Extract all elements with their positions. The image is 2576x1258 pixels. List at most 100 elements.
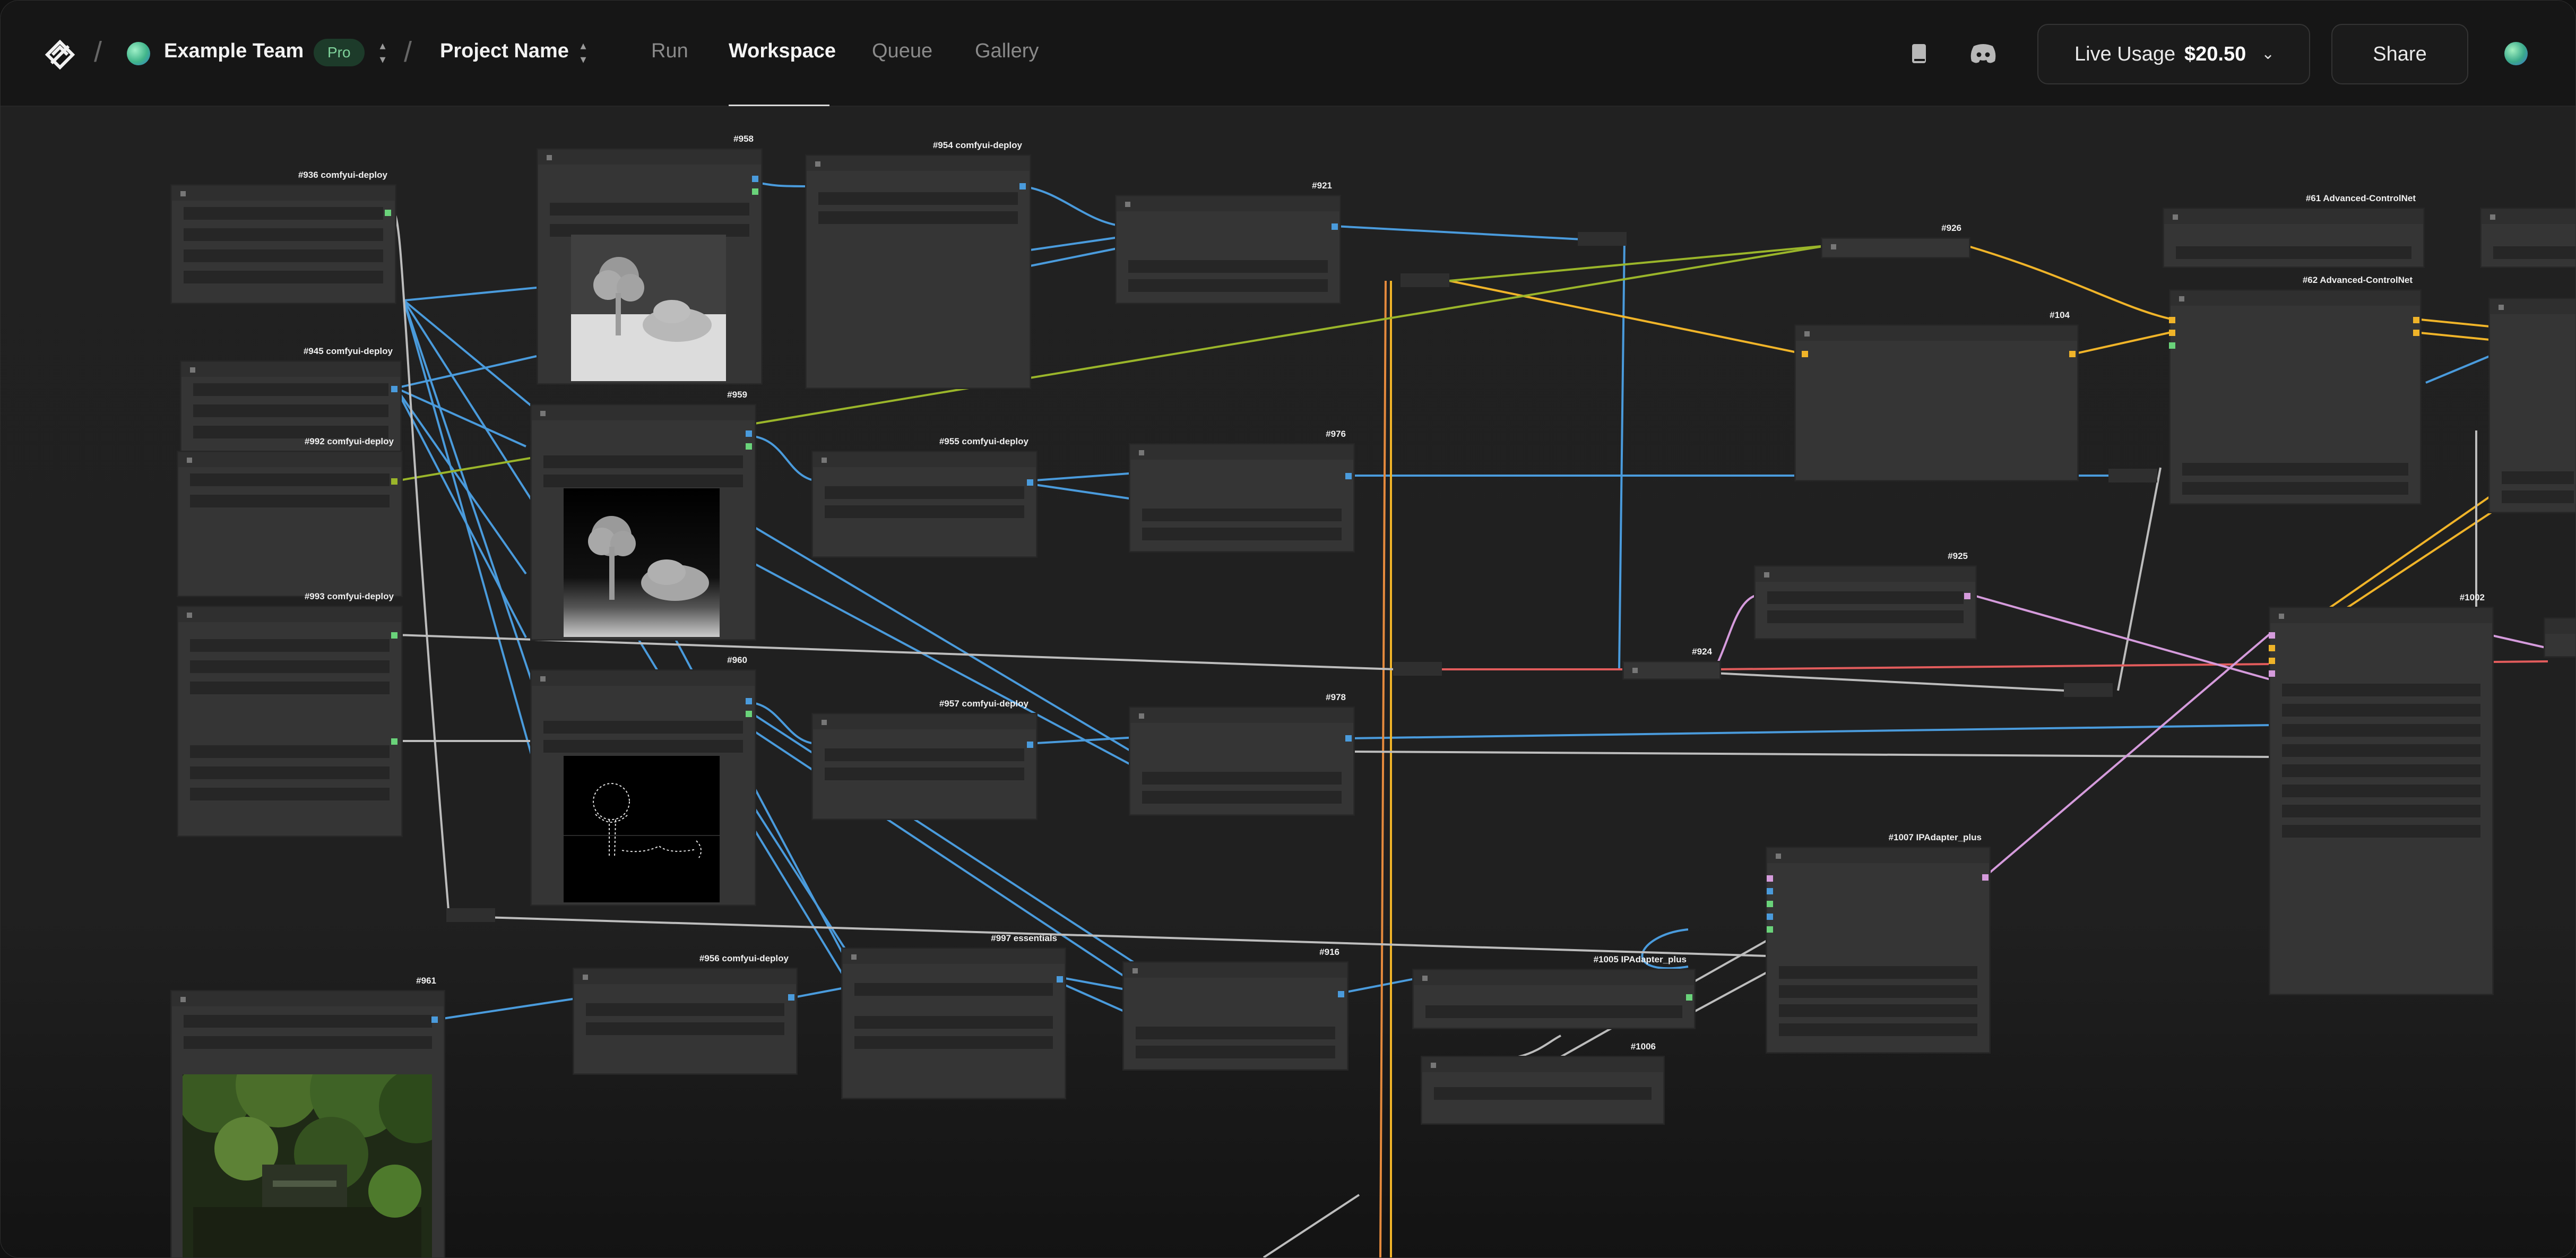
output-port[interactable] — [752, 176, 758, 182]
node-1006[interactable]: #1006 — [1422, 1041, 1664, 1124]
workflow-canvas[interactable]: #936 comfyui-deploy #945 comfyui-deploy … — [1, 107, 2575, 1257]
node-992[interactable]: #992 comfyui-deploy — [178, 436, 402, 596]
live-usage-button[interactable]: Live Usage $20.50 ⌄ — [2037, 24, 2310, 84]
node-header[interactable] — [178, 607, 401, 622]
output-port[interactable] — [1964, 593, 1970, 599]
node-collapse-icon[interactable] — [187, 458, 192, 463]
output-port[interactable] — [391, 632, 397, 639]
node-widget[interactable] — [1136, 1046, 1335, 1058]
node-widget[interactable] — [2282, 684, 2480, 696]
output-port[interactable] — [431, 1016, 438, 1023]
node-collapse-icon[interactable] — [1831, 244, 1836, 249]
node-header[interactable] — [1422, 1057, 1663, 1072]
output-port[interactable] — [385, 210, 391, 216]
node-widget[interactable] — [825, 748, 1024, 761]
node-header[interactable] — [2164, 209, 2423, 224]
output-port[interactable] — [391, 738, 397, 745]
output-port[interactable] — [391, 478, 397, 485]
node-collapse-icon[interactable] — [187, 613, 192, 618]
node-header[interactable] — [538, 150, 761, 165]
node-header[interactable] — [574, 969, 796, 984]
node-widget[interactable] — [1767, 610, 1964, 623]
node-widget[interactable] — [1434, 1087, 1652, 1100]
project-name[interactable]: Project Name — [440, 40, 569, 63]
node-collapse-icon[interactable] — [822, 720, 827, 725]
node-header[interactable] — [1117, 196, 1339, 211]
node-widget[interactable] — [2493, 246, 2575, 259]
output-port[interactable] — [1345, 473, 1352, 479]
node-header[interactable] — [1130, 445, 1353, 460]
node-widget[interactable] — [2182, 482, 2408, 495]
node-widget[interactable] — [1779, 1023, 1977, 1036]
node-header[interactable] — [1414, 970, 1694, 985]
node-collapse-icon[interactable] — [180, 997, 186, 1002]
node-header[interactable] — [178, 452, 401, 467]
tab-gallery[interactable]: Gallery — [975, 40, 1039, 63]
node-961[interactable]: #961 — [171, 976, 444, 1257]
node-collapse-icon[interactable] — [1422, 976, 1428, 981]
node-collapse-icon[interactable] — [2179, 296, 2184, 301]
reroute-node[interactable] — [2108, 469, 2157, 482]
input-port[interactable] — [2269, 658, 2275, 664]
node-widget[interactable] — [190, 639, 390, 652]
node-collapse-icon[interactable] — [2490, 214, 2495, 220]
node-widget[interactable] — [2282, 785, 2480, 797]
project-switcher-icon[interactable]: ▴ ▾ — [577, 39, 590, 68]
node-header[interactable] — [181, 362, 400, 377]
node-widget[interactable] — [1142, 509, 1342, 521]
node-976[interactable]: #976 — [1130, 429, 1354, 552]
node-collapse-icon[interactable] — [851, 954, 857, 960]
node-widget[interactable] — [550, 203, 749, 216]
node-954[interactable]: #954 comfyui-deploy — [806, 140, 1030, 388]
node-header[interactable] — [532, 406, 755, 420]
share-button[interactable]: Share — [2331, 24, 2468, 84]
node-widget[interactable] — [818, 211, 1018, 224]
node-widget[interactable] — [825, 486, 1024, 499]
node-widget[interactable] — [818, 192, 1018, 205]
node-header[interactable] — [2171, 291, 2420, 306]
input-port[interactable] — [1802, 351, 1808, 357]
node-collapse-icon[interactable] — [1804, 331, 1810, 337]
input-port[interactable] — [2169, 330, 2175, 336]
node-960[interactable]: #960 — [531, 655, 755, 905]
node-widget[interactable] — [184, 249, 383, 262]
node-header[interactable] — [172, 992, 444, 1006]
team-switcher-icon[interactable]: ▴ ▾ — [376, 39, 389, 68]
node-header[interactable] — [532, 671, 755, 686]
node-widget[interactable] — [586, 1003, 784, 1016]
node-header[interactable] — [1130, 708, 1353, 723]
node-collapse-icon[interactable] — [2499, 305, 2504, 310]
input-port[interactable] — [2169, 317, 2175, 323]
node-993[interactable]: #993 comfyui-deploy — [178, 591, 402, 836]
input-port[interactable] — [2269, 632, 2275, 639]
node-958[interactable]: #958 — [538, 134, 762, 384]
node-collapse-icon[interactable] — [815, 161, 820, 167]
node-header[interactable] — [1767, 848, 1989, 863]
node-widget[interactable] — [190, 660, 390, 673]
node-widget[interactable] — [190, 766, 390, 779]
node-collapse-icon[interactable] — [1133, 968, 1138, 973]
node-widget[interactable] — [184, 207, 383, 220]
node-916[interactable]: #916 — [1123, 947, 1347, 1070]
tab-run[interactable]: Run — [651, 40, 688, 63]
node-header[interactable] — [2482, 209, 2575, 224]
node-widget[interactable] — [190, 473, 390, 486]
node-collapse-icon[interactable] — [1139, 713, 1144, 719]
node-924[interactable]: #924 — [1623, 647, 1720, 679]
output-port[interactable] — [746, 443, 752, 450]
node-widget[interactable] — [1136, 1027, 1335, 1039]
output-port[interactable] — [746, 698, 752, 704]
node-widget[interactable] — [2282, 724, 2480, 737]
node-offscreen-right[interactable] — [2545, 618, 2575, 657]
node-collapse-icon[interactable] — [547, 155, 552, 160]
output-port[interactable] — [1057, 976, 1063, 983]
node-controlnet-offscreen[interactable] — [2481, 209, 2575, 267]
node-collapse-icon[interactable] — [1764, 572, 1769, 578]
node-collapse-icon[interactable] — [1431, 1063, 1436, 1068]
node-widget[interactable] — [190, 745, 390, 758]
user-avatar[interactable] — [2504, 42, 2528, 65]
input-port[interactable] — [1767, 888, 1773, 894]
node-997[interactable]: #997 essentials — [842, 933, 1065, 1098]
input-port[interactable] — [1767, 901, 1773, 907]
node-collapse-icon[interactable] — [1139, 450, 1144, 455]
